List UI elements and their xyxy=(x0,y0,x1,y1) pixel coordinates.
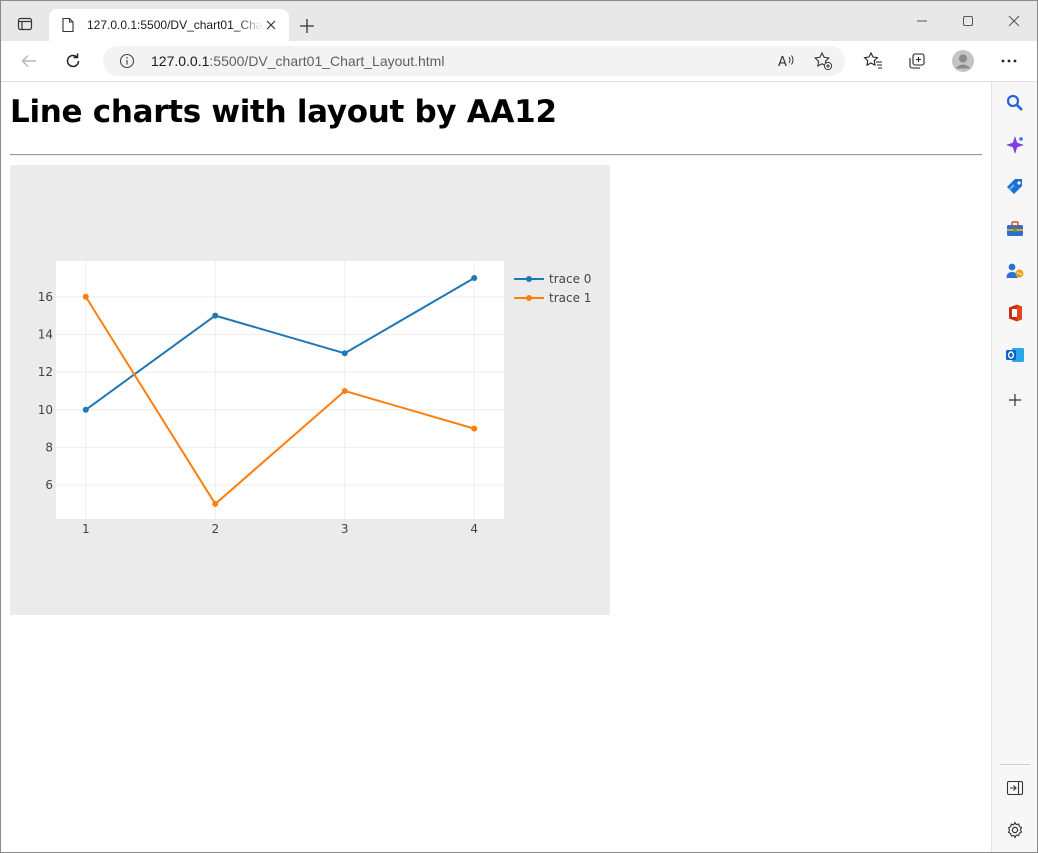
more-icon xyxy=(1001,59,1017,63)
games-icon[interactable] xyxy=(1003,259,1027,283)
data-point xyxy=(212,312,219,319)
maximize-icon xyxy=(963,16,973,26)
y-tick-label: 10 xyxy=(38,403,53,417)
tab-actions-icon[interactable] xyxy=(9,10,41,38)
tab-strip: 127.0.0.1:5500/DV_chart01_Chart_Layout.h… xyxy=(1,1,1037,41)
legend-swatch-marker xyxy=(526,276,532,282)
legend-label: trace 1 xyxy=(549,291,591,305)
sidebar-divider xyxy=(1000,764,1030,765)
plus-icon xyxy=(300,19,314,33)
legend[interactable]: trace 0 trace 1 xyxy=(514,272,591,305)
page-icon xyxy=(61,17,77,33)
data-point xyxy=(471,425,478,432)
close-icon xyxy=(1008,15,1020,27)
page-title: Line charts with layout by AA12 xyxy=(10,94,557,130)
legend-item-1[interactable]: trace 1 xyxy=(514,291,591,305)
line-chart[interactable]: 1 2 3 4 6 8 10 12 14 16 trace 0 trace 1 xyxy=(10,165,610,615)
copilot-icon[interactable] xyxy=(1003,133,1027,157)
more-button[interactable] xyxy=(993,47,1025,75)
minimize-icon xyxy=(917,20,927,22)
browser-tab-active[interactable]: 127.0.0.1:5500/DV_chart01_Chart_Layout.h… xyxy=(49,9,289,41)
x-tick-label: 2 xyxy=(211,522,219,536)
window-controls xyxy=(899,1,1037,41)
y-tick-label: 8 xyxy=(45,440,53,454)
url-host: 127.0.0.1 xyxy=(151,53,210,69)
x-tick-label: 1 xyxy=(82,522,90,536)
profile-avatar xyxy=(952,50,974,72)
browser-toolbar: 127.0.0.1:5500/DV_chart01_Chart_Layout.h… xyxy=(1,41,1037,82)
legend-swatch-marker xyxy=(526,295,532,301)
office-icon[interactable] xyxy=(1003,301,1027,325)
data-point xyxy=(341,387,348,394)
x-tick-label: 3 xyxy=(341,522,349,536)
chart-svg: 1 2 3 46810121416 trace 0trace 1 xyxy=(38,261,591,536)
y-tick-label: 6 xyxy=(45,478,53,492)
address-bar[interactable]: 127.0.0.1:5500/DV_chart01_Chart_Layout.h… xyxy=(103,46,845,76)
maximize-button[interactable] xyxy=(945,1,991,41)
minimize-button[interactable] xyxy=(899,1,945,41)
tools-icon[interactable] xyxy=(1003,217,1027,241)
data-point xyxy=(82,293,89,300)
new-tab-button[interactable] xyxy=(293,12,321,40)
star-plus-icon[interactable] xyxy=(813,51,833,71)
data-point xyxy=(82,406,89,413)
close-tab-icon[interactable] xyxy=(263,17,279,33)
collections-button[interactable] xyxy=(901,47,933,75)
add-icon[interactable] xyxy=(1003,388,1027,412)
horizontal-rule xyxy=(10,154,982,156)
svg-text:A: A xyxy=(778,55,787,70)
refresh-icon xyxy=(66,53,80,68)
search-icon[interactable] xyxy=(1003,91,1027,115)
favorites-button[interactable] xyxy=(857,47,889,75)
browser-sidebar xyxy=(991,82,1037,852)
legend-item-0[interactable]: trace 0 xyxy=(514,272,591,286)
data-point xyxy=(341,350,348,357)
settings-icon[interactable] xyxy=(1003,818,1027,842)
y-tick-label: 14 xyxy=(38,327,53,341)
collections-icon xyxy=(909,53,925,69)
page-content: Line charts with layout by AA12 1 2 3 4 6 8 10… xyxy=(1,82,991,852)
close-window-button[interactable] xyxy=(991,1,1037,41)
shopping-tag-icon[interactable] xyxy=(1003,175,1027,199)
x-tick-label: 4 xyxy=(470,522,478,536)
read-aloud-icon[interactable]: A xyxy=(777,51,797,71)
back-arrow-icon xyxy=(21,54,36,68)
url-text[interactable]: 127.0.0.1:5500/DV_chart01_Chart_Layout.h… xyxy=(151,53,444,69)
data-point xyxy=(212,500,219,507)
refresh-button[interactable] xyxy=(57,47,89,75)
browser-window: 127.0.0.1:5500/DV_chart01_Chart_Layout.h… xyxy=(0,0,1038,853)
y-tick-label: 16 xyxy=(38,290,53,304)
outlook-icon[interactable] xyxy=(1003,343,1027,367)
hide-sidebar-icon[interactable] xyxy=(1003,776,1027,800)
info-icon[interactable] xyxy=(119,53,135,69)
data-point xyxy=(471,274,478,281)
back-button[interactable] xyxy=(13,47,45,75)
profile-button[interactable] xyxy=(947,47,979,75)
favorites-icon xyxy=(863,51,882,69)
y-tick-label: 12 xyxy=(38,365,53,379)
tab-title: 127.0.0.1:5500/DV_chart01_Chart_Layout.h… xyxy=(87,18,263,32)
url-path: :5500/DV_chart01_Chart_Layout.html xyxy=(209,53,445,69)
legend-label: trace 0 xyxy=(549,272,591,286)
